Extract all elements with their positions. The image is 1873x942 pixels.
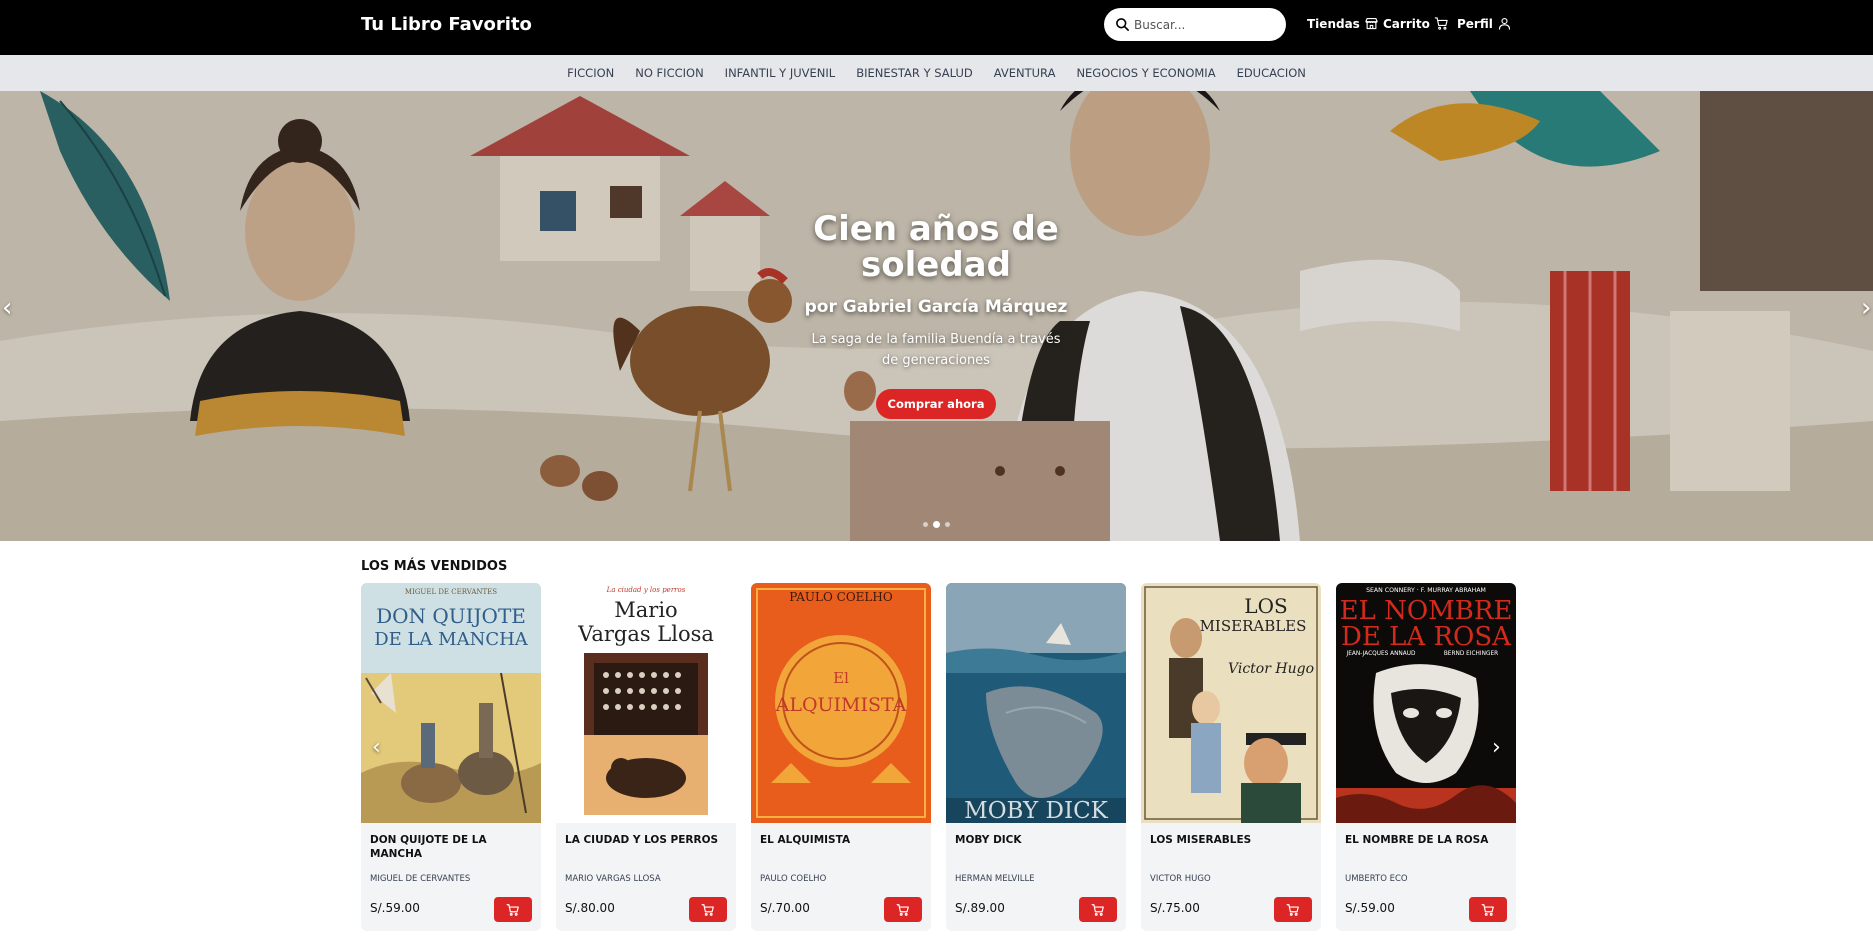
product-title[interactable]: EL NOMBRE DE LA ROSA	[1345, 833, 1510, 847]
category-educacion[interactable]: EDUCACION	[1237, 66, 1306, 80]
cover-director-text: JEAN-JACQUES ANNAUD	[1346, 651, 1416, 657]
category-bienestar-salud[interactable]: BIENESTAR Y SALUD	[856, 66, 973, 80]
hero-dot-1[interactable]	[923, 522, 928, 527]
cover-title-text: MOBY DICK	[964, 798, 1109, 823]
hero-caption: Cien años de soledad por Gabriel García …	[786, 211, 1086, 419]
hero-description: La saga de la familia Buendía a través d…	[811, 332, 1061, 368]
book-cover[interactable]: La ciudad y los perros Mario Vargas Llos…	[556, 583, 736, 823]
products-prev-arrow-icon[interactable]: ‹	[372, 735, 381, 760]
cover-title-line-2: MISERABLES	[1200, 617, 1307, 635]
add-to-cart-button[interactable]	[1469, 897, 1507, 922]
product-card[interactable]: PAULO COELHO El ALQUIMISTA EL ALQUIMISTA…	[751, 583, 931, 931]
cover-author-text: PAULO COELHO	[789, 590, 893, 604]
category-negocios-economia[interactable]: NEGOCIOS Y ECONOMIA	[1076, 66, 1215, 80]
hero-prev-arrow-icon[interactable]: ‹	[2, 293, 12, 323]
product-author: HERMAN MELVILLE	[955, 874, 1035, 884]
cover-title-line-1: LOS	[1244, 594, 1287, 618]
cover-title-line-2: DE LA MANCHA	[374, 629, 529, 650]
product-title[interactable]: MOBY DICK	[955, 833, 1120, 847]
cover-author-text: MIGUEL DE CERVANTES	[405, 588, 497, 596]
user-icon	[1498, 17, 1510, 30]
hero-title: Cien años de soledad	[813, 209, 1059, 285]
cart-icon	[1481, 903, 1494, 916]
book-cover[interactable]: MOBY DICK	[946, 583, 1126, 823]
product-price: S/.75.00	[1150, 901, 1200, 915]
product-card[interactable]: La ciudad y los perros Mario Vargas Llos…	[556, 583, 736, 931]
product-title[interactable]: LA CIUDAD Y LOS PERROS	[565, 833, 730, 847]
product-author: UMBERTO ECO	[1345, 874, 1408, 884]
product-title[interactable]: DON QUIJOTE DE LA MANCHA	[370, 833, 535, 861]
product-title[interactable]: EL ALQUIMISTA	[760, 833, 925, 847]
cart-icon	[896, 903, 909, 916]
category-aventura[interactable]: AVENTURA	[994, 66, 1056, 80]
product-price: S/.80.00	[565, 901, 615, 915]
stores-link[interactable]: Tiendas	[1307, 16, 1379, 31]
search-input[interactable]	[1134, 8, 1280, 41]
product-author: MARIO VARGAS LLOSA	[565, 874, 661, 884]
product-price: S/.59.00	[1345, 901, 1395, 915]
cart-icon	[1434, 17, 1448, 30]
cart-icon	[1091, 903, 1104, 916]
category-no-ficcion[interactable]: NO FICCION	[635, 66, 703, 80]
product-card[interactable]: MOBY DICK MOBY DICK HERMAN MELVILLE S/.8…	[946, 583, 1126, 931]
hero-carousel: Cien años de soledad por Gabriel García …	[0, 91, 1873, 541]
add-to-cart-button[interactable]	[1079, 897, 1117, 922]
category-list: FICCION NO FICCION INFANTIL Y JUVENIL BI…	[0, 55, 1873, 91]
product-title[interactable]: LOS MISERABLES	[1150, 833, 1315, 847]
book-cover[interactable]: SEAN CONNERY · F. MURRAY ABRAHAM EL NOMB…	[1336, 583, 1516, 823]
profile-link[interactable]: Perfil	[1457, 16, 1512, 31]
cover-author-line-2: Vargas Llosa	[577, 622, 714, 646]
product-card[interactable]: SEAN CONNERY · F. MURRAY ABRAHAM EL NOMB…	[1336, 583, 1516, 931]
cart-label: Carrito	[1383, 16, 1430, 31]
add-to-cart-button[interactable]	[1274, 897, 1312, 922]
add-to-cart-button[interactable]	[884, 897, 922, 922]
product-price: S/.59.00	[370, 901, 420, 915]
hero-author: por Gabriel García Márquez	[804, 297, 1068, 317]
cover-title-line-1: DON QUIJOTE	[376, 604, 526, 628]
cover-author-line-1: Mario	[614, 598, 677, 622]
product-author: PAULO COELHO	[760, 874, 827, 884]
cover-title-line-1: El	[833, 669, 849, 687]
top-navbar: Tu Libro Favorito Tiendas Carrito Perfil	[0, 0, 1873, 55]
book-cover[interactable]: PAULO COELHO El ALQUIMISTA	[751, 583, 931, 823]
category-ficcion[interactable]: FICCION	[567, 66, 614, 80]
add-to-cart-button[interactable]	[494, 897, 532, 922]
product-price: S/.89.00	[955, 901, 1005, 915]
buy-now-button[interactable]: Comprar ahora	[875, 389, 997, 419]
hero-dot-3[interactable]	[945, 522, 950, 527]
cover-author-text: Victor Hugo	[1228, 661, 1314, 677]
stores-label: Tiendas	[1307, 16, 1360, 31]
cover-title-line-2: DE LA ROSA	[1341, 622, 1512, 652]
book-cover[interactable]: LOS MISERABLES Victor Hugo	[1141, 583, 1321, 823]
cover-title-line-2: ALQUIMISTA	[775, 694, 907, 716]
search-icon	[1116, 18, 1129, 31]
cart-icon	[1286, 903, 1299, 916]
brand-logo[interactable]: Tu Libro Favorito	[361, 14, 532, 35]
hero-next-arrow-icon[interactable]: ›	[1861, 293, 1871, 323]
cover-subtitle-text: La ciudad y los perros	[606, 586, 686, 594]
category-bar: FICCION NO FICCION INFANTIL Y JUVENIL BI…	[0, 55, 1873, 91]
bestsellers-title: LOS MÁS VENDIDOS	[361, 559, 508, 574]
hero-dot-2[interactable]	[933, 521, 940, 528]
store-icon	[1365, 17, 1378, 30]
hero-pagination	[923, 521, 950, 528]
products-next-arrow-icon[interactable]: ›	[1492, 735, 1501, 760]
book-cover[interactable]: MIGUEL DE CERVANTES DON QUIJOTE DE LA MA…	[361, 583, 541, 823]
product-author: MIGUEL DE CERVANTES	[370, 874, 471, 884]
product-card[interactable]: LOS MISERABLES Victor Hugo LOS MISERABLE…	[1141, 583, 1321, 931]
product-card[interactable]: MIGUEL DE CERVANTES DON QUIJOTE DE LA MA…	[361, 583, 541, 931]
category-infantil-juvenil[interactable]: INFANTIL Y JUVENIL	[725, 66, 836, 80]
cart-icon	[506, 903, 519, 916]
cover-cast-text: SEAN CONNERY · F. MURRAY ABRAHAM	[1366, 587, 1486, 594]
search-box[interactable]	[1104, 8, 1286, 41]
cart-link[interactable]: Carrito	[1383, 16, 1449, 31]
profile-label: Perfil	[1457, 16, 1493, 31]
add-to-cart-button[interactable]	[689, 897, 727, 922]
product-price: S/.70.00	[760, 901, 810, 915]
cover-producer-text: BERND EICHINGER	[1444, 651, 1498, 657]
cart-icon	[701, 903, 714, 916]
product-author: VICTOR HUGO	[1150, 874, 1211, 884]
bestsellers-carousel: MIGUEL DE CERVANTES DON QUIJOTE DE LA MA…	[361, 583, 1516, 931]
